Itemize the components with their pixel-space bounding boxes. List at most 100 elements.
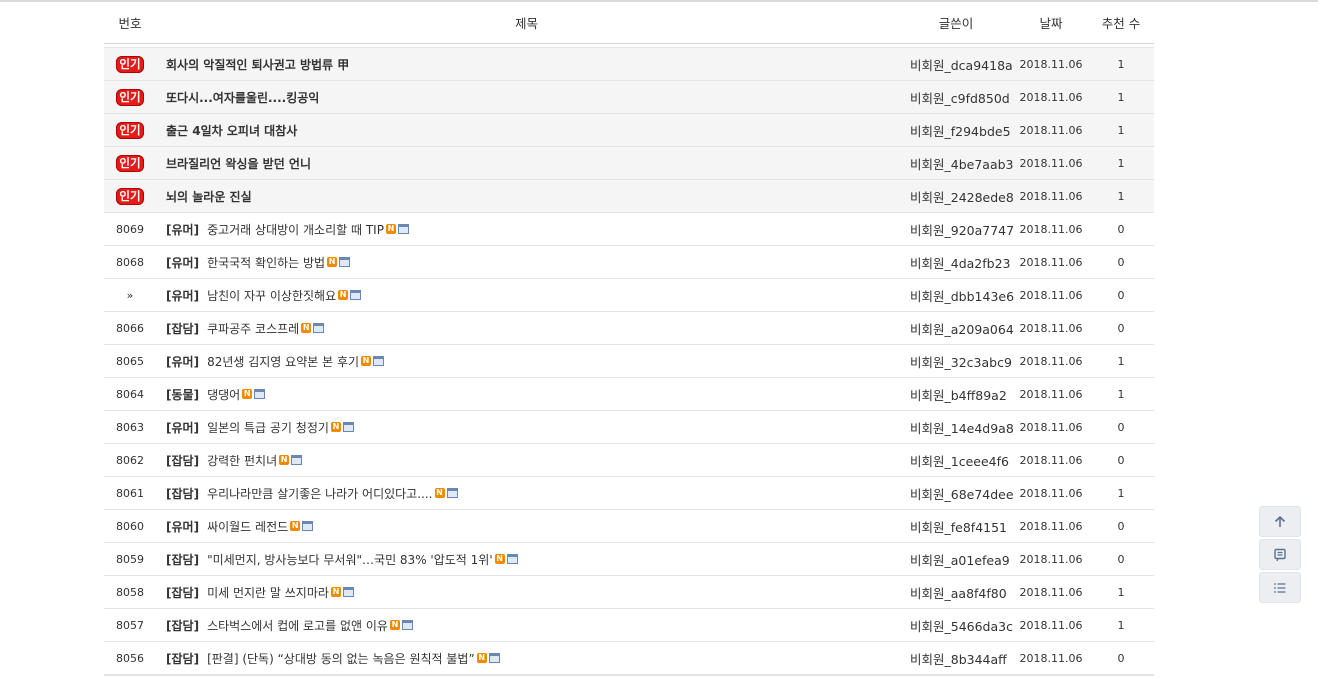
header-num: 번호 [118, 16, 142, 31]
post-date: 2018.11.06 [1019, 486, 1083, 500]
post-author[interactable]: 비회원_aa8f4f80 [910, 576, 1010, 608]
post-date: 2018.11.06 [1019, 651, 1083, 665]
post-title-link[interactable]: 뇌의 놀라운 진실 [166, 180, 906, 212]
image-attachment-icon [397, 224, 409, 234]
post-author[interactable]: 비회원_68e74dee [910, 477, 1014, 509]
new-icon: N [494, 554, 505, 564]
image-attachment-icon [291, 455, 303, 465]
post-author[interactable]: 비회원_a209a064 [910, 312, 1014, 344]
post-title-link[interactable]: 회사의 악질적인 퇴사권고 방법류 甲 [166, 48, 906, 80]
table-row: 8060 [유머] 싸이월드 레전드 N 비회원_fe8f4151 2018.11.06 0 [104, 510, 1154, 543]
post-number: 8062 [116, 453, 144, 467]
post-title: 브라질리언 왁싱을 받던 언니 [166, 156, 312, 171]
post-title-link[interactable]: [잡담] [판결] (단독) “상대방 동의 없는 녹음은 원칙적 불법” N [166, 642, 906, 674]
post-author[interactable]: 비회원_2428ede8 [910, 180, 1014, 212]
comment-icon [1274, 548, 1286, 561]
post-author[interactable]: 비회원_a01efea9 [910, 543, 1010, 575]
post-title-link[interactable]: [잡담] 쿠파공주 코스프레 N [166, 312, 906, 344]
post-number: 8065 [116, 354, 144, 368]
post-title-link[interactable]: [유머] 한국국적 확인하는 방법 N [166, 246, 906, 278]
table-row: 8063 [유머] 일본의 특급 공기 청정기 N 비회원_14e4d9a8 2018.1… [104, 411, 1154, 444]
new-icon: N [290, 521, 301, 531]
post-date: 2018.11.06 [1019, 321, 1083, 335]
post-title-link[interactable]: [잡담] "미세먼지, 방사능보다 무서워"…국민 83% '압도적 1위' N [166, 543, 906, 575]
new-icon: N [242, 389, 253, 399]
table-row: 8065 [유머] 82년생 김지영 요약본 본 후기 N 비회원_32c3abc9 20… [104, 345, 1154, 378]
arrow-up-icon [1274, 515, 1286, 527]
post-author[interactable]: 비회원_dca9418a [910, 48, 1013, 80]
post-number: 8058 [116, 585, 144, 599]
post-title-link[interactable]: [잡담] 스타벅스에서 컵에 로고를 없앤 이유 N [166, 609, 906, 641]
post-category: [잡담] [166, 486, 200, 501]
post-recommend: 1 [1117, 585, 1125, 599]
post-title-link[interactable]: 또다시...여자를울린....킹공익 [166, 81, 906, 113]
post-recommend: 0 [1117, 321, 1125, 335]
post-recommend: 0 [1117, 651, 1125, 665]
table-row: 8069 [유머] 중고거래 상대방이 개소리할 때 TIP N 비회원_920a774… [104, 213, 1154, 246]
post-author[interactable]: 비회원_1ceee4f6 [910, 444, 1010, 476]
hot-table-row: 인기 또다시...여자를울린....킹공익 비회원_c9fd850d 2018.11.… [104, 81, 1154, 114]
post-title-link[interactable]: [잡담] 강력한 펀치녀 N [166, 444, 906, 476]
post-title-link[interactable]: [잡담] 우리나라만큼 살기좋은 나라가 어디있다고.... N [166, 477, 906, 509]
post-recommend: 1 [1117, 189, 1125, 203]
header-date: 날짜 [1039, 16, 1063, 31]
image-attachment-icon [373, 356, 385, 366]
post-title: 일본의 특급 공기 청정기 [207, 420, 329, 435]
post-number: 8059 [116, 552, 144, 566]
comment-button[interactable] [1259, 539, 1301, 570]
post-title-link[interactable]: [유머] 중고거래 상대방이 개소리할 때 TIP N [166, 213, 906, 245]
post-author[interactable]: 비회원_5466da3c [910, 609, 1013, 641]
hot-badge: 인기 [116, 121, 144, 139]
post-title-link[interactable]: [잡담] 미세 먼지란 말 쓰지마라 N [166, 576, 906, 608]
post-author[interactable]: 비회원_4be7aab3 [910, 147, 1014, 179]
post-title-link[interactable]: [유머] 싸이월드 레전드 N [166, 510, 906, 542]
hot-table-row: 인기 출근 4일차 오피녀 대참사 비회원_f294bde5 2018.11.06 1 [104, 114, 1154, 147]
post-category: [유머] [166, 255, 200, 270]
post-title-link[interactable]: 출근 4일차 오피녀 대참사 [166, 114, 906, 146]
post-date: 2018.11.06 [1019, 288, 1083, 302]
post-category: [유머] [166, 354, 200, 369]
post-title: 뇌의 놀라운 진실 [166, 189, 252, 204]
post-recommend: 0 [1117, 519, 1125, 533]
new-icon: N [385, 224, 396, 234]
new-icon: N [279, 455, 290, 465]
post-title-link[interactable]: [동물] 댕댕어 N [166, 378, 906, 410]
post-author[interactable]: 비회원_32c3abc9 [910, 345, 1012, 377]
post-number: 8060 [116, 519, 144, 533]
post-date: 2018.11.06 [1019, 519, 1083, 533]
post-author[interactable]: 비회원_8b344aff [910, 642, 1010, 674]
post-title-link[interactable]: [유머] 일본의 특급 공기 청정기 N [166, 411, 906, 443]
list-button[interactable] [1259, 572, 1301, 603]
post-title: 한국국적 확인하는 방법 [207, 255, 326, 270]
post-author[interactable]: 비회원_920a7747 [910, 213, 1014, 245]
post-author[interactable]: 비회원_4da2fb23 [910, 246, 1011, 278]
post-author[interactable]: 비회원_c9fd850d [910, 81, 1010, 113]
table-row: 8058 [잡담] 미세 먼지란 말 쓰지마라 N 비회원_aa8f4f80 2018.1… [104, 576, 1154, 609]
post-category: [잡담] [166, 618, 200, 633]
post-category: [유머] [166, 288, 200, 303]
post-author[interactable]: 비회원_b4ff89a2 [910, 378, 1010, 410]
new-icon: N [327, 257, 338, 267]
post-date: 2018.11.06 [1019, 189, 1083, 203]
post-author[interactable]: 비회원_dbb143e6 [910, 279, 1014, 311]
post-title: 강력한 펀치녀 [207, 453, 278, 468]
hot-badge-cell: 인기 [104, 180, 156, 212]
board-table: 번호 제목 글쓴이 날짜 추천 수 인기 회사의 악질적인 퇴사권고 방법류 甲 비… [104, 2, 1154, 675]
post-recommend: 0 [1117, 453, 1125, 467]
post-recommend: 0 [1117, 222, 1125, 236]
table-row: 8068 [유머] 한국국적 확인하는 방법 N 비회원_4da2fb23 2018.11… [104, 246, 1154, 279]
post-author[interactable]: 비회원_14e4d9a8 [910, 411, 1014, 443]
scroll-top-button[interactable] [1259, 506, 1301, 537]
post-author[interactable]: 비회원_fe8f4151 [910, 510, 1010, 542]
new-icon: N [301, 323, 312, 333]
post-date: 2018.11.06 [1019, 387, 1083, 401]
image-attachment-icon [506, 554, 518, 564]
hot-badge: 인기 [116, 55, 144, 73]
new-icon: N [389, 620, 400, 630]
post-title-link[interactable]: 브라질리언 왁싱을 받던 언니 [166, 147, 906, 179]
post-author[interactable]: 비회원_f294bde5 [910, 114, 1011, 146]
post-title-link[interactable]: [유머] 82년생 김지영 요약본 본 후기 N [166, 345, 906, 377]
table-row: 8064 [동물] 댕댕어 N 비회원_b4ff89a2 2018.11.06 1 [104, 378, 1154, 411]
image-attachment-icon [446, 488, 458, 498]
post-title-link[interactable]: [유머] 남친이 자꾸 이상한짓해요 N [166, 279, 906, 311]
